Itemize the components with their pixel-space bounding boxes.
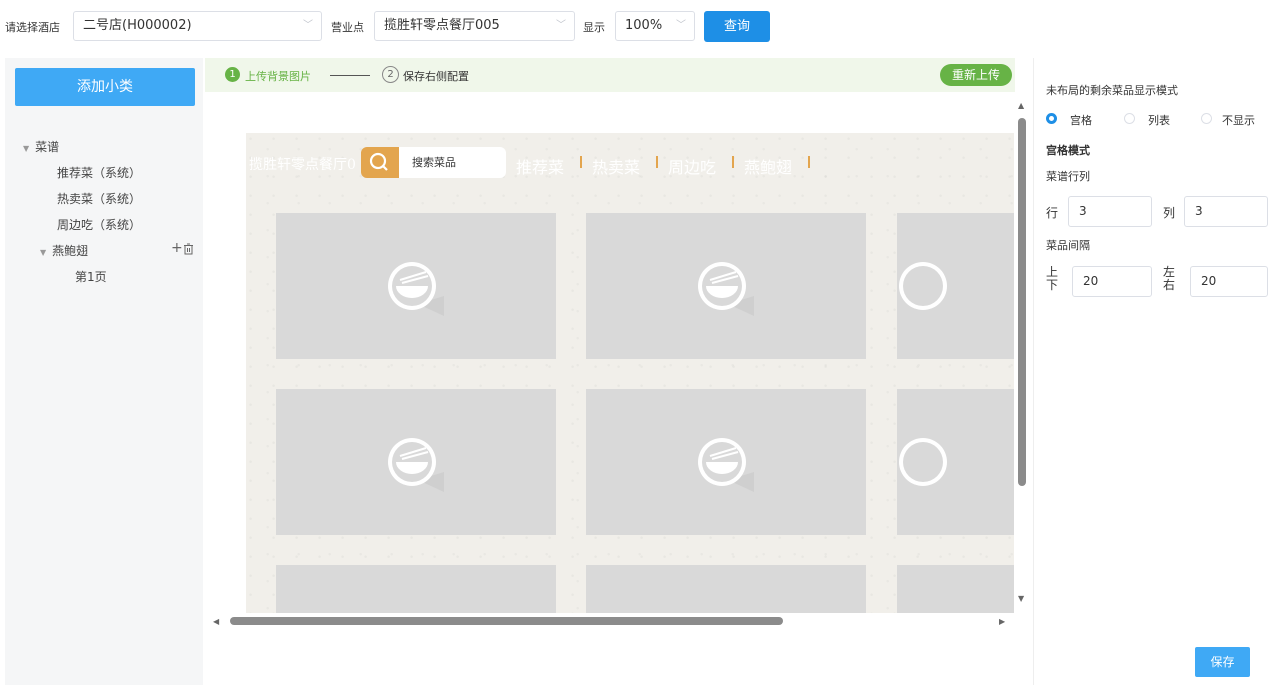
caret-down-icon[interactable]: ▼ [23,144,29,153]
scroll-up-arrow[interactable]: ▲ [1018,101,1024,110]
radio-hidden-label[interactable]: 不显示 [1222,112,1255,128]
upload-steps: 1 上传背景图片 2 保存右侧配置 重新上传 [205,58,1015,92]
search-input[interactable]: 搜索菜品 [399,147,506,178]
tree-item-hot[interactable]: 热卖菜（系统） [57,190,141,207]
mode-title: 未布局的剩余菜品显示模式 [1046,84,1178,97]
chevron-down-icon: ﹀ [556,20,566,31]
panel-divider [1033,58,1034,685]
step-connector [330,75,370,76]
hotel-label: 请选择酒店 [5,21,60,34]
tree-item-page[interactable]: 第1页 [75,268,107,285]
outlet-select-value: 揽胜轩零点餐厅005 [384,18,500,33]
nav-custom[interactable]: 燕鲍翅 [744,154,792,178]
nav-separator [656,156,658,168]
dish-tile[interactable] [586,213,866,359]
dish-tile[interactable] [586,565,866,613]
dish-tile[interactable] [897,565,1014,613]
search-button[interactable] [361,147,399,178]
tree-item-custom-label: 燕鲍翅 [52,244,89,258]
restaurant-name: 揽胜轩零点餐厅0 [249,157,356,173]
reupload-button[interactable]: 重新上传 [940,64,1012,86]
step2-label: 保存右侧配置 [403,70,469,83]
bowl-icon [388,438,444,492]
step1-number: 1 [225,67,240,82]
bowl-icon [698,262,754,316]
horizontal-label: 左右 [1163,265,1176,292]
display-label: 显示 [583,21,605,34]
chevron-down-icon: ﹀ [676,20,686,31]
bowl-icon [698,438,754,492]
radio-grid[interactable] [1046,113,1057,124]
scroll-right-arrow[interactable]: ▶ [999,617,1005,626]
zoom-select-value: 100% [625,18,663,33]
grid-mode-title: 宫格模式 [1046,144,1090,157]
spacing-title: 菜品间隔 [1046,239,1090,252]
horizontal-spacing-input[interactable]: 20 [1190,266,1268,297]
tree-item-nearby[interactable]: 周边吃（系统） [57,216,141,233]
step1-label: 上传背景图片 [245,70,311,83]
menu-background: 揽胜轩零点餐厅0 搜索菜品 推荐菜 热卖菜 周边吃 燕鲍翅 [246,133,1014,613]
dish-tile[interactable] [586,389,866,535]
tree-root-label: 菜谱 [35,140,60,154]
dish-tile[interactable] [897,213,1014,359]
chevron-down-icon: ﹀ [303,20,313,31]
nav-separator [732,156,734,168]
dish-tile[interactable] [276,213,556,359]
nav-separator [580,156,582,168]
vertical-spacing-input[interactable]: 20 [1072,266,1152,297]
horizontal-scrollbar[interactable] [230,617,783,625]
row-input[interactable]: 3 [1068,196,1152,227]
rowcol-title: 菜谱行列 [1046,170,1090,183]
step2-number: 2 [382,66,399,83]
delete-icon[interactable] [183,243,194,255]
query-button[interactable]: 查询 [704,11,770,42]
col-input[interactable]: 3 [1184,196,1268,227]
radio-list[interactable] [1124,113,1135,124]
tree-root[interactable]: ▼ 菜谱 [23,138,59,155]
row-label: 行 [1046,206,1059,220]
radio-hidden[interactable] [1201,113,1212,124]
bowl-icon [388,262,444,316]
nav-separator [808,156,810,168]
vertical-scrollbar[interactable] [1018,118,1026,486]
search-icon [369,152,388,171]
bowl-icon [899,438,947,486]
hotel-select-value: 二号店(H000002) [83,18,192,33]
menu-preview-viewport[interactable]: 揽胜轩零点餐厅0 搜索菜品 推荐菜 热卖菜 周边吃 燕鲍翅 [228,115,1014,613]
scroll-left-arrow[interactable]: ◀ [213,617,219,626]
save-button[interactable]: 保存 [1195,647,1250,677]
tree-item-custom[interactable]: ▼ 燕鲍翅 [40,242,88,259]
col-label: 列 [1163,206,1176,220]
hotel-select[interactable]: 二号店(H000002) ﹀ [73,11,322,41]
add-icon[interactable]: + [171,240,183,256]
menu-search[interactable]: 搜索菜品 [361,147,506,178]
outlet-label: 营业点 [331,21,364,34]
caret-down-icon[interactable]: ▼ [40,248,46,257]
radio-grid-label[interactable]: 宫格 [1070,112,1092,128]
dish-tile[interactable] [276,565,556,613]
nav-hot[interactable]: 热卖菜 [592,154,640,178]
add-subcategory-button[interactable]: 添加小类 [15,68,195,106]
dish-tile[interactable] [276,389,556,535]
category-panel: 添加小类 ▼ 菜谱 推荐菜（系统） 热卖菜（系统） 周边吃（系统） ▼ 燕鲍翅 + … [5,58,203,685]
outlet-select[interactable]: 揽胜轩零点餐厅005 ﹀ [374,11,575,41]
scroll-down-arrow[interactable]: ▼ [1018,594,1024,603]
nav-nearby[interactable]: 周边吃 [668,154,716,178]
bowl-icon [899,262,947,310]
nav-recommended[interactable]: 推荐菜 [516,154,564,178]
tree-item-recommended[interactable]: 推荐菜（系统） [57,164,141,181]
vertical-label: 上下 [1046,265,1059,292]
zoom-select[interactable]: 100% ﹀ [615,11,695,41]
radio-list-label[interactable]: 列表 [1148,112,1170,128]
dish-tile[interactable] [897,389,1014,535]
